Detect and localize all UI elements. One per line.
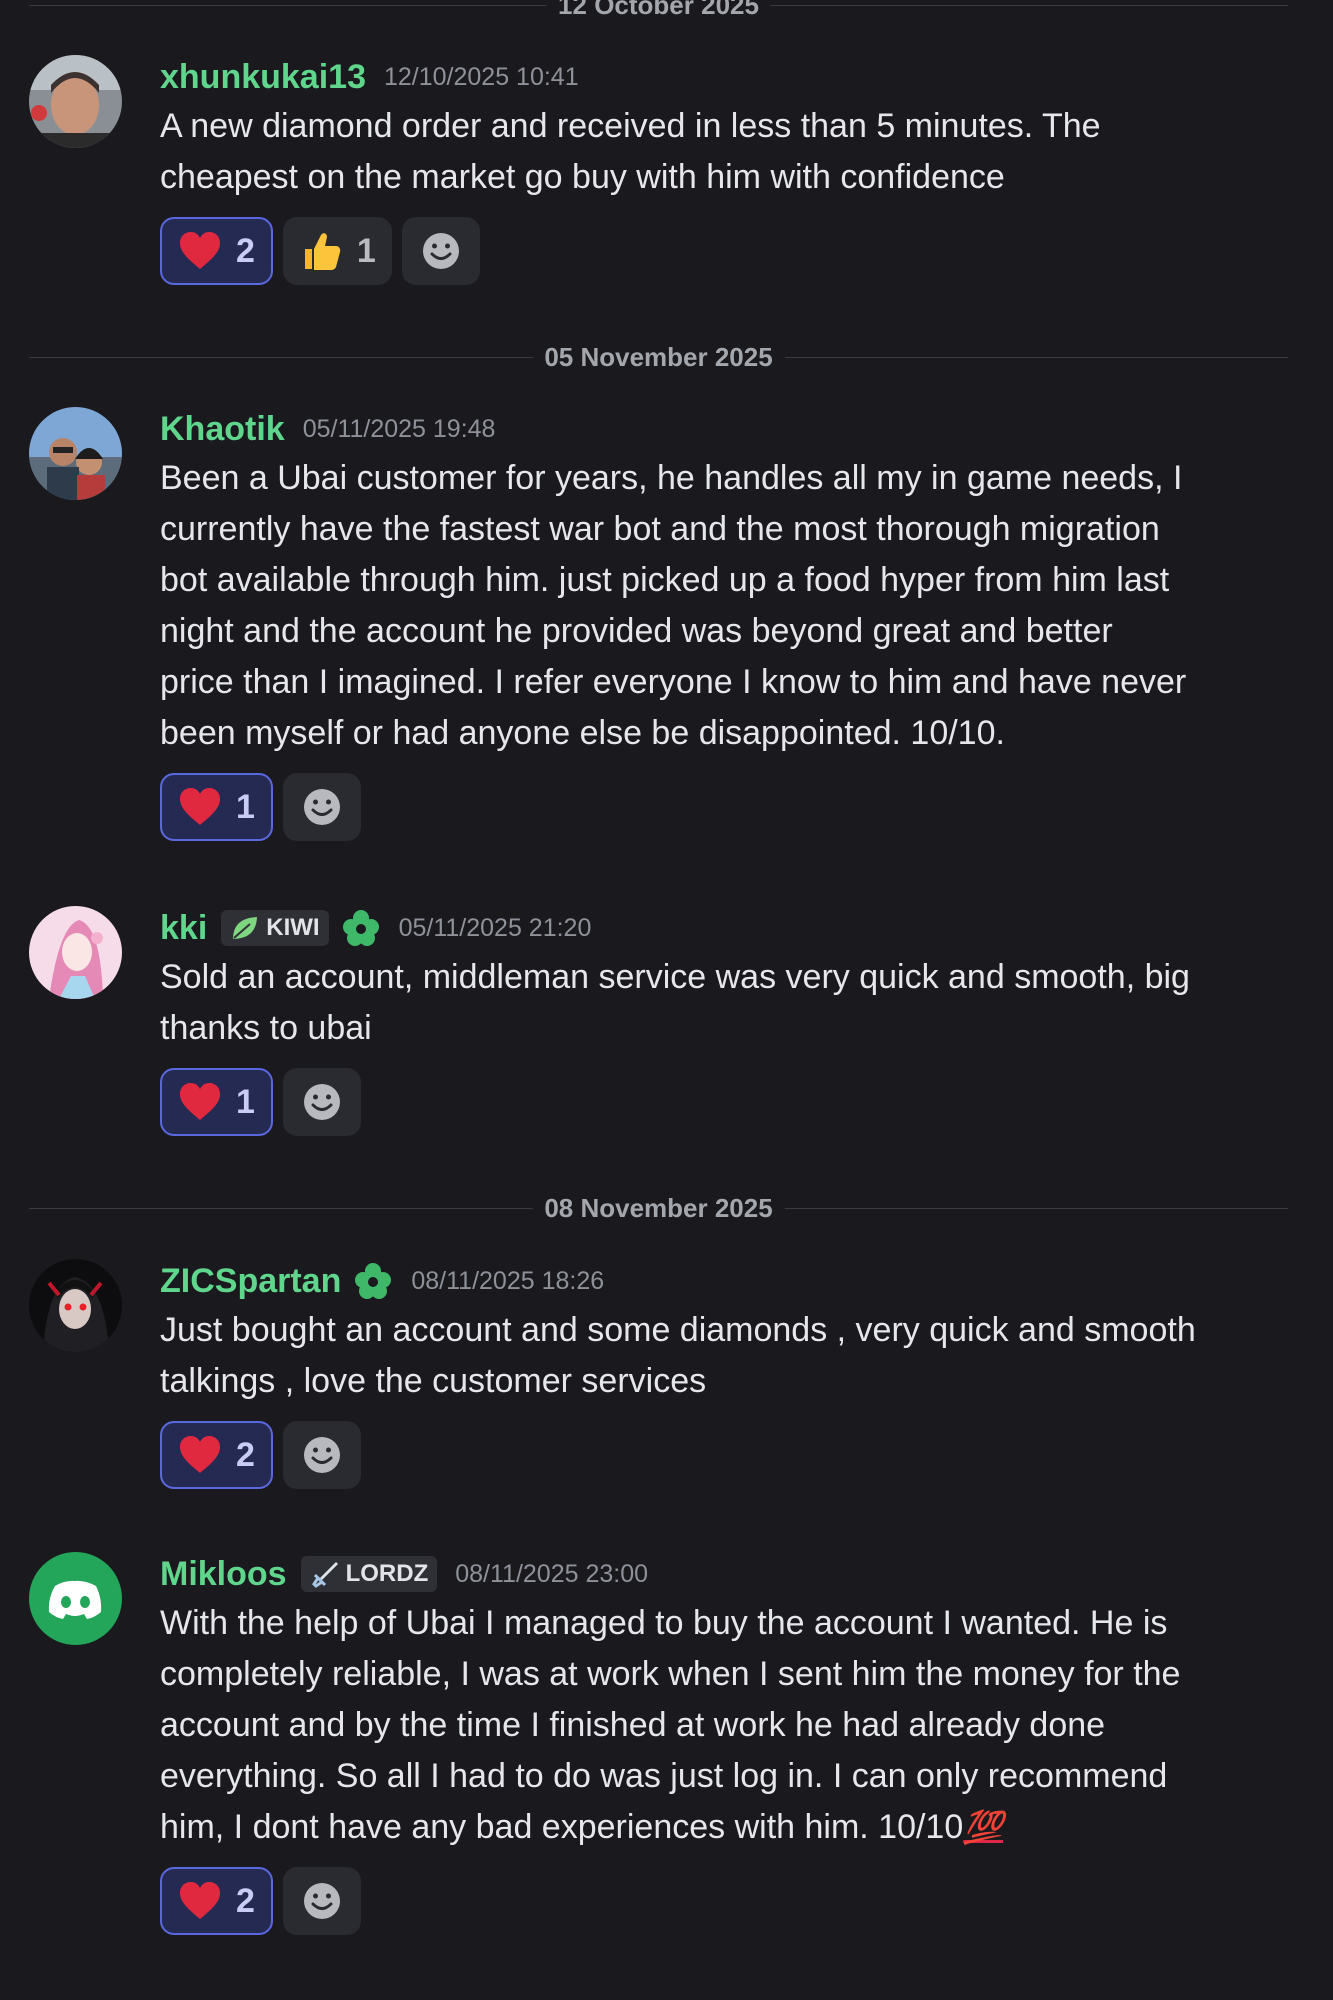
message-line: completely reliable, I was at work when …	[160, 1655, 1181, 1693]
message-line: Sold an account, middleman service was v…	[160, 958, 1190, 996]
add-reaction-icon	[303, 1084, 340, 1120]
message-line: cheapest on the market go buy with him w…	[160, 158, 1005, 196]
discord-logo-icon	[29, 1552, 122, 1645]
timestamp: 05/11/2025 21:20	[398, 913, 592, 942]
heart-icon	[180, 788, 220, 825]
message-line: thanks to ubai	[160, 1009, 372, 1047]
server-tag-label: KIWI	[266, 914, 320, 941]
message-line: been myself or had anyone else be disapp…	[160, 714, 1005, 752]
add-reaction-button[interactable]	[282, 1867, 361, 1935]
reaction-count: 2	[236, 1881, 255, 1920]
reaction-heart[interactable]: 2	[160, 1867, 273, 1935]
flower-icon	[341, 908, 381, 948]
message-line: bot available through him. just picked u…	[160, 561, 1170, 599]
message-line: talkings , love the customer services	[160, 1362, 707, 1400]
message-text: Sold an account, middleman service was v…	[160, 952, 1300, 1054]
username[interactable]: kki	[160, 909, 207, 948]
flower-icon	[353, 1261, 393, 1301]
heart-icon	[180, 232, 220, 269]
reactions-bar: 2	[160, 1421, 1300, 1491]
thumbs-up-icon	[304, 233, 341, 270]
message-line: With the help of Ubai I managed to buy t…	[160, 1604, 1168, 1642]
heart-icon	[180, 1083, 220, 1120]
avatar[interactable]	[29, 55, 122, 148]
avatar[interactable]	[29, 1259, 122, 1352]
message-line: Just bought an account and some diamonds…	[160, 1311, 1196, 1349]
add-reaction-icon	[422, 233, 459, 269]
username[interactable]: Mikloos	[160, 1555, 287, 1594]
leaf-icon	[230, 914, 260, 942]
add-reaction-icon	[303, 1883, 340, 1919]
message-text: Just bought an account and some diamonds…	[160, 1305, 1300, 1407]
date-divider: 12 October 2025	[29, 0, 1288, 21]
date-divider-label: 05 November 2025	[532, 341, 785, 373]
message-line-last: him, I dont have any bad experiences wit…	[160, 1802, 1300, 1853]
add-reaction-button[interactable]	[401, 217, 480, 285]
avatar[interactable]	[29, 906, 122, 999]
reactions-bar: 2 1	[160, 217, 1300, 287]
username[interactable]: ZICSpartan	[160, 1262, 341, 1301]
reaction-count: 1	[236, 787, 255, 826]
add-reaction-button[interactable]	[282, 1068, 361, 1136]
message-line: everything. So all I had to do was just …	[160, 1757, 1168, 1795]
reactions-bar: 1	[160, 1068, 1300, 1138]
reactions-bar: 1	[160, 773, 1300, 843]
message-line: A new diamond order and received in less…	[160, 107, 1101, 145]
reaction-heart[interactable]: 2	[160, 1421, 273, 1489]
avatar[interactable]	[29, 407, 122, 500]
username[interactable]: xhunkukai13	[160, 58, 366, 97]
message-feed: 12 October 2025 xhunkukai13 12/10/2025 1…	[0, 0, 1333, 2000]
message-line: currently have the fastest war bot and t…	[160, 510, 1160, 548]
message-line: him, I dont have any bad experiences wit…	[160, 1808, 964, 1846]
server-tag: LORDZ	[300, 1556, 438, 1592]
timestamp: 12/10/2025 10:41	[383, 62, 579, 91]
avatar[interactable]	[29, 1552, 122, 1645]
server-tag: KIWI	[221, 910, 329, 946]
heart-icon	[180, 1882, 220, 1919]
date-divider: 05 November 2025	[29, 341, 1288, 373]
add-reaction-icon	[303, 1437, 340, 1473]
message-text: With the help of Ubai I managed to buy t…	[160, 1598, 1300, 1853]
sword-icon	[310, 1560, 340, 1588]
reaction-count: 1	[356, 231, 376, 270]
reaction-count: 2	[236, 231, 255, 270]
heart-icon	[180, 1436, 220, 1473]
reaction-heart[interactable]: 1	[160, 1068, 273, 1136]
add-reaction-button[interactable]	[282, 773, 361, 841]
add-reaction-icon	[303, 789, 340, 825]
message-line: account and by the time I finished at wo…	[160, 1706, 1106, 1744]
date-divider-label: 08 November 2025	[532, 1192, 785, 1224]
hundred-points-icon: 💯	[963, 1809, 1004, 1845]
message-line: price than I imagined. I refer everyone …	[160, 663, 1187, 701]
message-text: Been a Ubai customer for years, he handl…	[160, 453, 1300, 759]
reaction-heart[interactable]: 1	[160, 773, 273, 841]
date-divider: 08 November 2025	[29, 1192, 1288, 1224]
message-line: night and the account he provided was be…	[160, 612, 1113, 650]
reaction-heart[interactable]: 2	[160, 217, 273, 285]
reaction-thumbs-up[interactable]: 1	[282, 217, 392, 285]
timestamp: 05/11/2025 19:48	[302, 414, 496, 443]
message-line: Been a Ubai customer for years, he handl…	[160, 459, 1183, 497]
reactions-bar: 2	[160, 1867, 1300, 1937]
timestamp: 08/11/2025 23:00	[455, 1559, 649, 1588]
timestamp: 08/11/2025 18:26	[411, 1266, 605, 1295]
message-text: A new diamond order and received in less…	[160, 101, 1300, 203]
date-divider-label: 12 October 2025	[546, 0, 771, 21]
server-tag-label: LORDZ	[345, 1560, 429, 1587]
add-reaction-button[interactable]	[282, 1421, 361, 1489]
reaction-count: 1	[236, 1082, 255, 1121]
reaction-count: 2	[236, 1435, 255, 1474]
username[interactable]: Khaotik	[160, 410, 285, 449]
